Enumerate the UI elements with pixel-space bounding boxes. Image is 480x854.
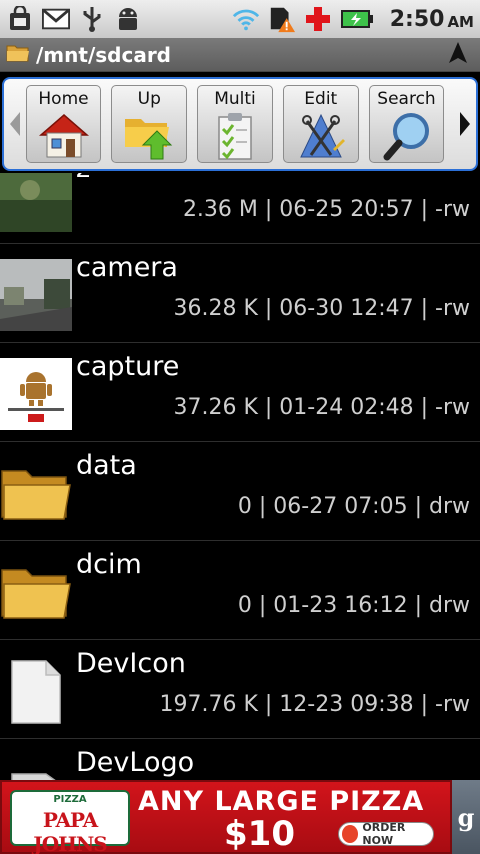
file-list[interactable]: z 2.36 M | 06-25 20:57 | -rw camera 36.2…	[0, 173, 480, 780]
file-meta: 2.36 M | 06-25 20:57 | -rw	[182, 197, 470, 222]
list-item[interactable]: DevIcon 197.76 K | 12-23 09:38 | -rw	[0, 640, 480, 739]
file-meta: 37.26 K | 01-24 02:48 | -rw	[173, 395, 471, 420]
file-name: camera	[76, 252, 178, 283]
ad-brand: PAPA JOHNS	[33, 808, 108, 854]
file-name: dcim	[76, 549, 142, 580]
search-button[interactable]: Search	[368, 85, 445, 163]
scroll-left-arrow-icon[interactable]	[4, 77, 26, 171]
clipboard-check-icon	[218, 113, 252, 160]
shopping-bag-icon	[6, 5, 34, 33]
file-icon	[11, 773, 56, 780]
scroll-right-arrow-icon[interactable]	[454, 77, 476, 171]
folder-icon	[6, 43, 30, 67]
ad-creative[interactable]: PIZZA PAPA JOHNS ANY LARGE PIZZA $10 ORD…	[0, 780, 452, 854]
order-now-button[interactable]: ORDER NOW	[338, 821, 434, 847]
battery-charging-icon	[340, 5, 374, 33]
papa-johns-logo: PIZZA PAPA JOHNS	[10, 790, 130, 854]
status-bar: 2:50 AM	[0, 0, 480, 38]
file-name: data	[76, 450, 137, 481]
list-item[interactable]: camera 36.28 K | 06-30 12:47 | -rw	[0, 244, 480, 343]
clock-time: 2:50	[389, 6, 445, 32]
red-cross-icon	[304, 5, 332, 33]
list-item[interactable]: DevLogo	[0, 739, 480, 780]
image-thumbnail-icon	[0, 173, 72, 232]
list-item[interactable]: capture 37.26 K | 01-24 02:48 | -rw	[0, 343, 480, 442]
house-icon	[38, 114, 89, 158]
list-item[interactable]: data 0 | 06-27 07:05 | drw	[0, 442, 480, 541]
android-debug-icon	[114, 5, 142, 33]
up-button[interactable]: Up	[111, 85, 188, 163]
file-name: z	[76, 173, 90, 184]
edit-tools-icon	[299, 113, 345, 158]
file-meta: 0 | 01-23 16:12 | drw	[237, 593, 470, 618]
list-item[interactable]: z 2.36 M | 06-25 20:57 | -rw	[0, 173, 480, 244]
gmail-icon	[42, 5, 70, 33]
file-name: DevIcon	[76, 648, 186, 679]
wifi-icon	[232, 5, 260, 33]
multi-button[interactable]: Multi	[197, 85, 273, 163]
folder-up-icon	[125, 119, 173, 160]
ad-provider-label: g	[457, 802, 475, 832]
usb-icon	[78, 5, 106, 33]
order-now-label: ORDER NOW	[362, 821, 406, 847]
edit-button-label: Edit	[304, 89, 338, 109]
edit-button[interactable]: Edit	[282, 85, 359, 163]
home-button-label: Home	[38, 89, 89, 109]
navigate-up-arrow-icon[interactable]	[448, 41, 468, 69]
sd-card-warning-icon	[268, 5, 296, 33]
toolbar: Home Up Multi Edit Search	[2, 77, 478, 171]
ad-price: $10	[224, 814, 295, 854]
search-button-label: Search	[377, 89, 436, 109]
ad-banner[interactable]: PIZZA PAPA JOHNS ANY LARGE PIZZA $10 ORD…	[0, 780, 480, 854]
image-thumbnail-icon	[0, 259, 72, 331]
home-button[interactable]: Home	[25, 85, 102, 163]
multi-button-label: Multi	[214, 89, 256, 109]
path-bar: /mnt/sdcard	[0, 38, 480, 72]
ad-headline: ANY LARGE PIZZA	[138, 786, 425, 817]
file-meta: 0 | 06-27 07:05 | drw	[237, 494, 470, 519]
folder-icon	[1, 569, 71, 619]
file-meta: 197.76 K | 12-23 09:38 | -rw	[159, 692, 471, 717]
current-path: /mnt/sdcard	[36, 42, 171, 67]
magnifier-icon	[383, 113, 429, 161]
toolbar-area: Home Up Multi Edit Search	[0, 73, 480, 173]
clock-ampm: AM	[447, 12, 474, 31]
file-meta: 36.28 K | 06-30 12:47 | -rw	[173, 296, 471, 321]
file-icon	[11, 660, 61, 724]
folder-icon	[1, 470, 71, 520]
ad-provider-icon[interactable]: g	[452, 780, 480, 854]
up-button-label: Up	[137, 89, 161, 109]
ad-brand-top: PIZZA	[53, 794, 87, 805]
file-name: capture	[76, 351, 180, 382]
android-capture-icon	[0, 358, 72, 430]
play-icon	[342, 825, 359, 843]
file-name: DevLogo	[76, 747, 195, 778]
list-item[interactable]: dcim 0 | 01-23 16:12 | drw	[0, 541, 480, 640]
